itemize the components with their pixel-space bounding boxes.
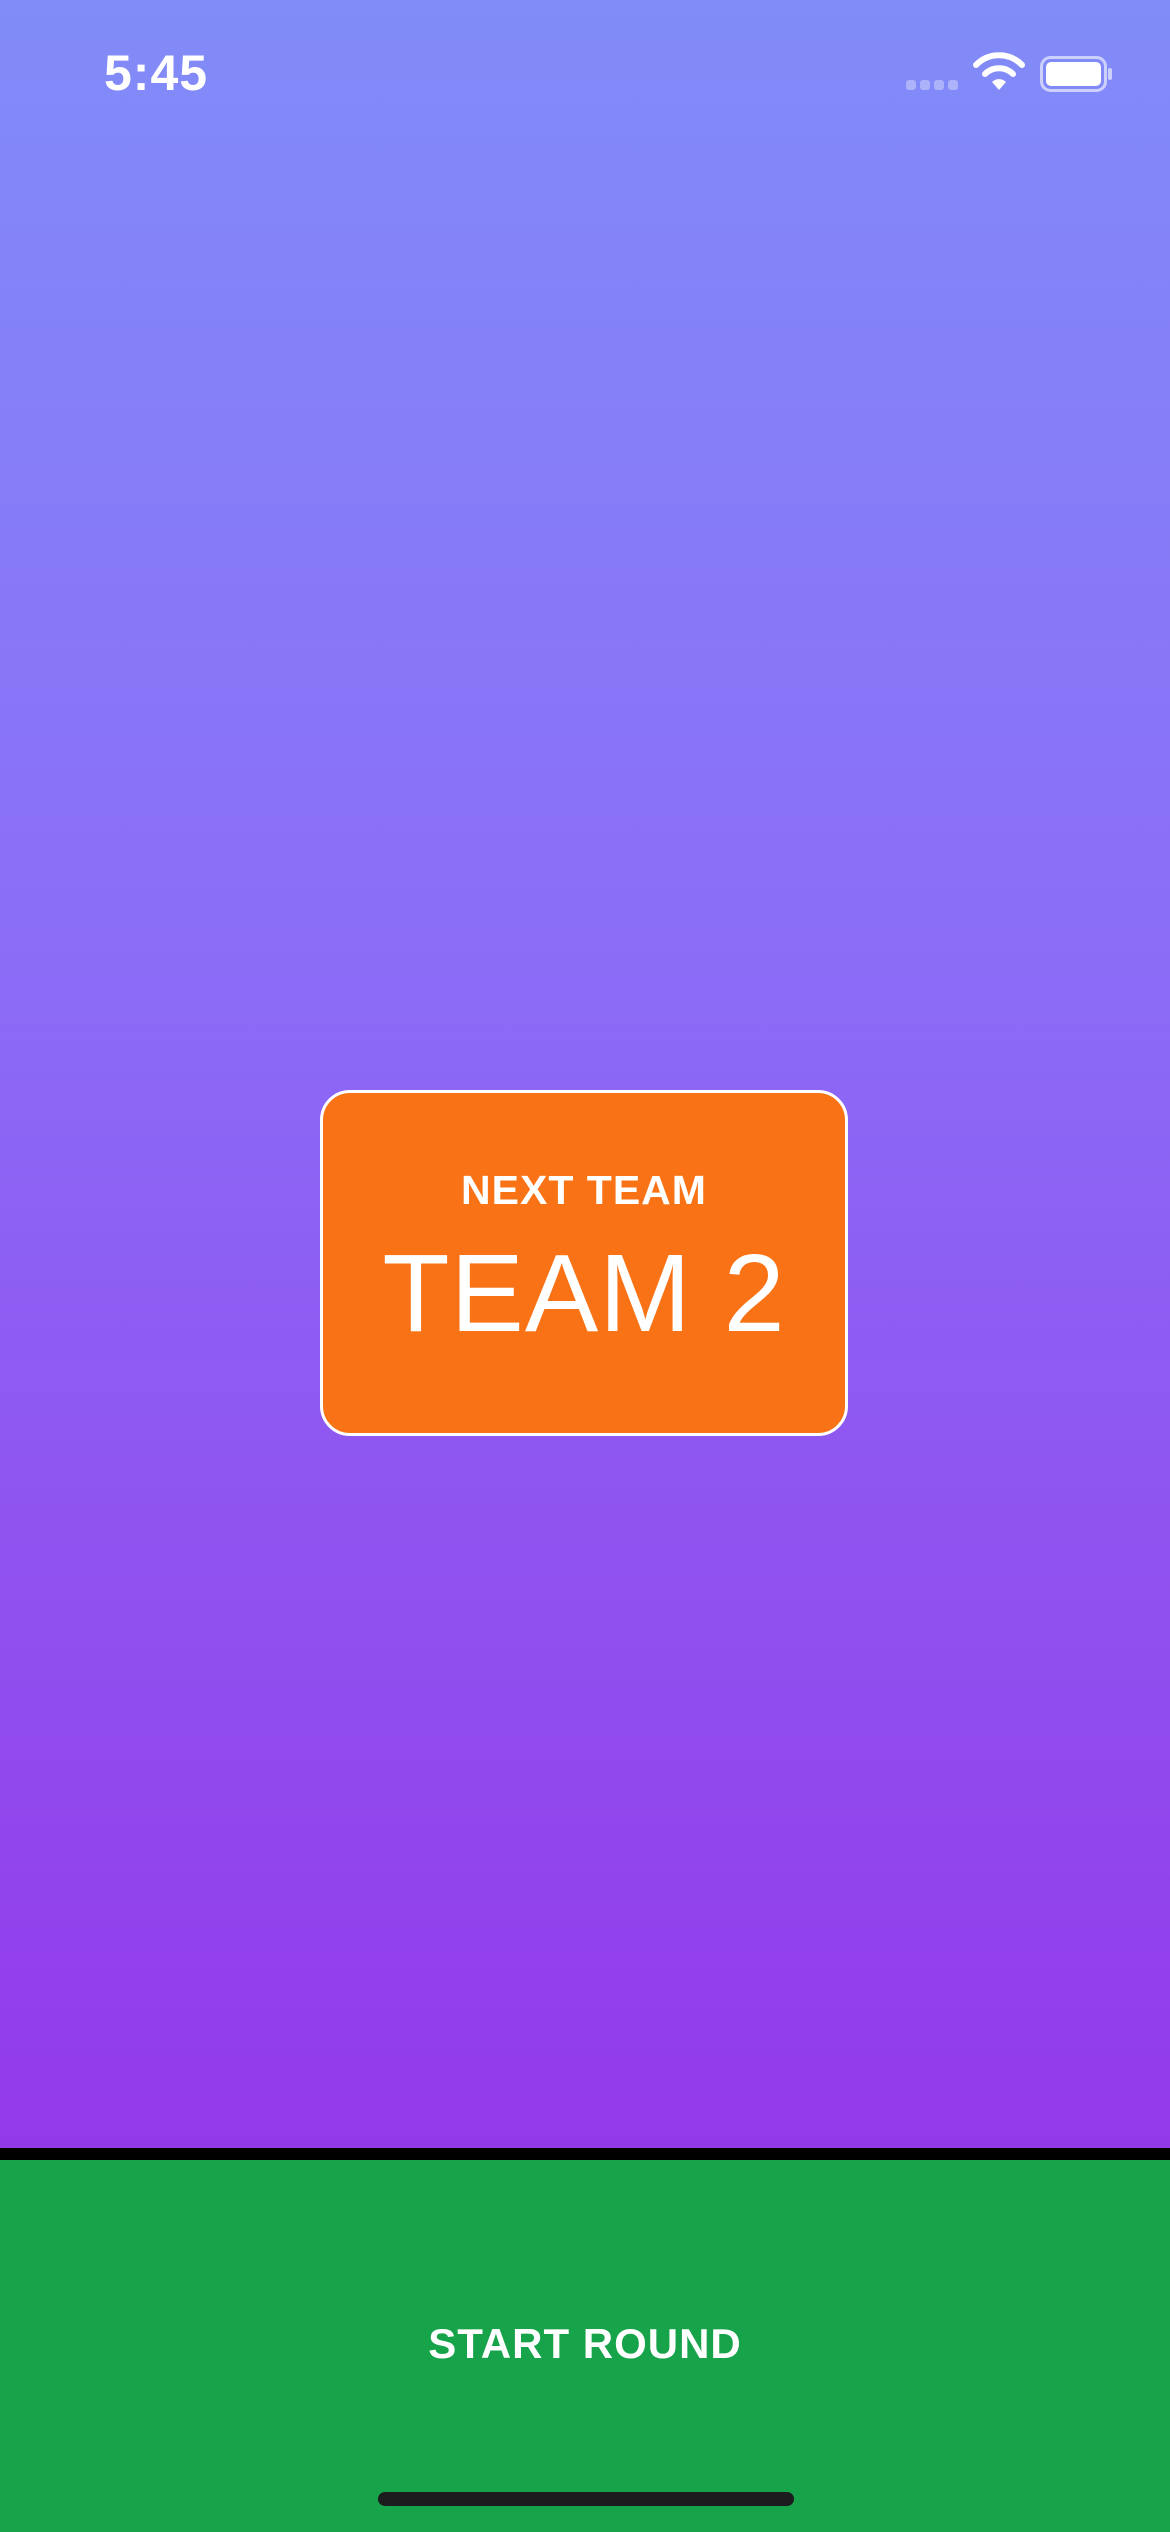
- cellular-signal-icon: [906, 80, 960, 92]
- status-time: 5:45: [104, 45, 209, 101]
- battery-icon: [1040, 56, 1112, 92]
- divider: [0, 2148, 1170, 2160]
- next-team-label: NEXT TEAM: [461, 1167, 707, 1213]
- home-indicator[interactable]: [378, 2492, 794, 2506]
- start-round-label: START ROUND: [428, 2320, 742, 2367]
- gradient-background: [0, 0, 1170, 2148]
- wifi-icon: [973, 52, 1025, 90]
- start-round-button[interactable]: START ROUND: [0, 2160, 1170, 2532]
- next-team-card: NEXT TEAM TEAM 2: [320, 1090, 848, 1436]
- app-screen: 5:45 NEXT TEAM TEAM 2 START ROUND: [0, 0, 1170, 2532]
- team-name: TEAM 2: [382, 1232, 786, 1355]
